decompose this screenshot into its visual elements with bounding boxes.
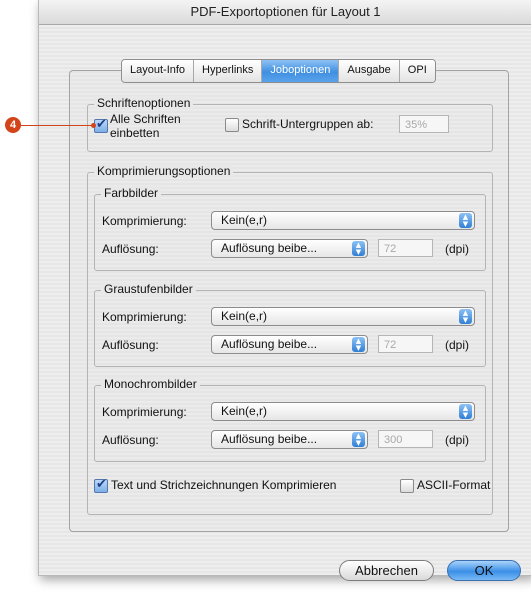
- updown-arrows-icon: ▲ ▼: [352, 337, 365, 352]
- tab-opi[interactable]: OPI: [399, 60, 435, 82]
- grayscale-resolution-label: Auflösung:: [102, 338, 159, 352]
- mono-resolution-label: Auflösung:: [102, 433, 159, 447]
- mono-compression-select[interactable]: Kein(e,r) ▲ ▼: [211, 402, 475, 421]
- grayscale-resolution-value: Auflösung beibe...: [221, 337, 318, 351]
- callout-dot: [91, 123, 96, 128]
- updown-arrows-icon: ▲ ▼: [352, 432, 365, 447]
- tab-joboptionen[interactable]: Joboptionen: [262, 60, 340, 82]
- color-compression-label: Komprimierung:: [102, 214, 187, 228]
- pdf-export-dialog: PDF-Exportoptionen für Layout 1 Layout-I…: [38, 0, 531, 581]
- mono-dpi-field[interactable]: 300: [378, 430, 433, 448]
- grayscale-compression-value: Kein(e,r): [221, 309, 268, 323]
- color-resolution-label: Auflösung:: [102, 242, 159, 256]
- grayscale-resolution-select[interactable]: Auflösung beibe... ▲ ▼: [211, 335, 368, 354]
- color-images-group: Farbbilder Komprimierung: Kein(e,r) ▲ ▼ A…: [94, 186, 486, 271]
- callout-line: [20, 125, 93, 126]
- tab-layout-info[interactable]: Layout-Info: [122, 60, 195, 82]
- tab-panel: Schriftenoptionen Alle Schriften einbett…: [69, 70, 509, 532]
- color-compression-select[interactable]: Kein(e,r) ▲ ▼: [211, 211, 475, 230]
- mono-compression-label: Komprimierung:: [102, 405, 187, 419]
- tab-ausgabe[interactable]: Ausgabe: [339, 60, 400, 82]
- font-subset-label: Schrift-Untergruppen ab:: [242, 117, 374, 131]
- color-dpi-unit: (dpi): [445, 242, 470, 256]
- compress-text-label: Text und Strichzeichnungen Komprimieren: [111, 478, 337, 492]
- color-dpi-field[interactable]: 72: [378, 239, 433, 257]
- mono-resolution-value: Auflösung beibe...: [221, 432, 318, 446]
- compression-options-group: Komprimierungsoptionen Farbbilder Kompri…: [87, 164, 493, 515]
- color-compression-value: Kein(e,r): [221, 213, 268, 227]
- color-images-title: Farbbilder: [101, 186, 162, 200]
- grayscale-dpi-field[interactable]: 72: [378, 335, 433, 353]
- color-resolution-select[interactable]: Auflösung beibe... ▲ ▼: [211, 239, 368, 258]
- font-options-group: Schriftenoptionen Alle Schriften einbett…: [87, 96, 493, 152]
- mono-dpi-unit: (dpi): [445, 433, 470, 447]
- mono-compression-value: Kein(e,r): [221, 404, 268, 418]
- mono-resolution-select[interactable]: Auflösung beibe... ▲ ▼: [211, 430, 368, 449]
- tab-bar: Layout-Info Hyperlinks Joboptionen Ausga…: [121, 59, 436, 83]
- grayscale-images-group: Graustufenbilder Komprimierung: Kein(e,r…: [94, 282, 486, 367]
- updown-arrows-icon: ▲ ▼: [459, 213, 472, 228]
- updown-arrows-icon: ▲ ▼: [459, 309, 472, 324]
- font-subset-checkbox[interactable]: [225, 118, 239, 132]
- embed-all-fonts-label-line2: einbetten: [110, 126, 160, 140]
- color-resolution-value: Auflösung beibe...: [221, 241, 318, 255]
- mono-images-group: Monochrombilder Komprimierung: Kein(e,r)…: [94, 377, 486, 462]
- updown-arrows-icon: ▲ ▼: [352, 241, 365, 256]
- ascii-format-label: ASCII-Format: [417, 478, 491, 492]
- updown-arrows-icon: ▲ ▼: [459, 404, 472, 419]
- compression-options-title: Komprimierungsoptionen: [94, 164, 234, 178]
- callout-number-badge: 4: [5, 117, 21, 133]
- cancel-button[interactable]: Abbrechen: [339, 560, 434, 581]
- grayscale-dpi-unit: (dpi): [445, 338, 470, 352]
- embed-all-fonts-checkbox[interactable]: [94, 117, 108, 133]
- mono-images-title: Monochrombilder: [101, 377, 200, 391]
- font-subset-threshold-field[interactable]: 35%: [399, 115, 449, 133]
- ok-button[interactable]: OK: [447, 560, 521, 581]
- grayscale-compression-label: Komprimierung:: [102, 310, 187, 324]
- font-options-title: Schriftenoptionen: [94, 96, 194, 110]
- compress-text-checkbox[interactable]: [94, 477, 108, 493]
- ascii-format-checkbox[interactable]: [400, 479, 414, 493]
- tab-hyperlinks[interactable]: Hyperlinks: [194, 60, 263, 82]
- grayscale-images-title: Graustufenbilder: [101, 282, 196, 296]
- grayscale-compression-select[interactable]: Kein(e,r) ▲ ▼: [211, 307, 475, 326]
- embed-all-fonts-label-line1: Alle Schriften: [110, 112, 181, 126]
- window-title: PDF-Exportoptionen für Layout 1: [39, 0, 531, 25]
- embed-all-fonts-label: Alle Schriften einbetten: [110, 112, 181, 140]
